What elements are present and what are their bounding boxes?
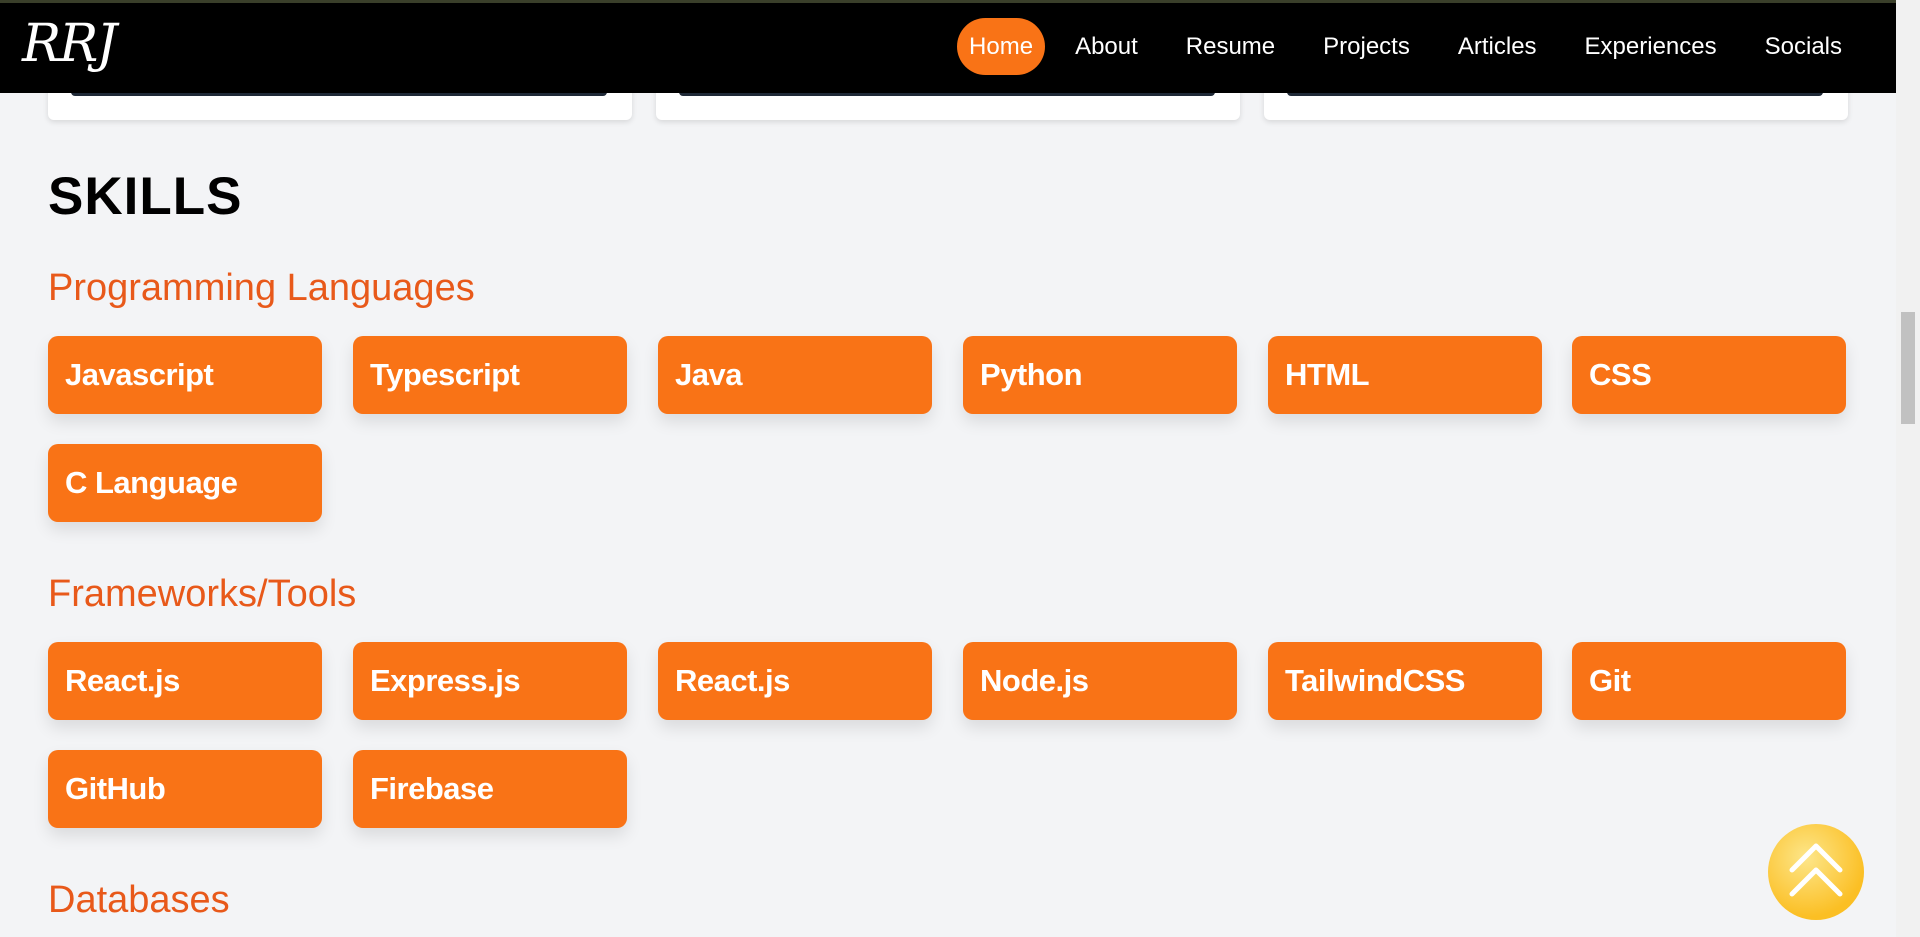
- skill-chip: Node.js: [963, 642, 1237, 720]
- skill-chip: Git: [1572, 642, 1846, 720]
- section-heading-programming-languages: Programming Languages: [48, 267, 475, 309]
- skill-chip: Python: [963, 336, 1237, 414]
- nav-link-experiences[interactable]: Experiences: [1567, 18, 1735, 75]
- double-chevron-up-icon: [1789, 843, 1843, 897]
- skill-chip: Express.js: [353, 642, 627, 720]
- top-border: [0, 0, 1896, 3]
- nav-link-about[interactable]: About: [1057, 18, 1156, 75]
- nav-link-resume[interactable]: Resume: [1168, 18, 1293, 75]
- nav-link-home[interactable]: Home: [957, 18, 1046, 75]
- skill-chip: Javascript: [48, 336, 322, 414]
- scroll-to-top-button[interactable]: [1768, 824, 1864, 920]
- skills-title: SKILLS: [48, 167, 243, 226]
- skill-chip: React.js: [658, 642, 932, 720]
- skill-chip: GitHub: [48, 750, 322, 828]
- skill-chip: Java: [658, 336, 932, 414]
- skill-chip: Firebase: [353, 750, 627, 828]
- section-heading-frameworks-tools: Frameworks/Tools: [48, 573, 357, 615]
- nav-link-articles[interactable]: Articles: [1440, 18, 1555, 75]
- section-heading-databases: Databases: [48, 879, 230, 921]
- skill-chip: TailwindCSS: [1268, 642, 1542, 720]
- nav-link-socials[interactable]: Socials: [1747, 18, 1860, 75]
- scrollbar[interactable]: [1896, 0, 1920, 937]
- skill-chip: C Language: [48, 444, 322, 522]
- nav-links: Home About Resume Projects Articles Expe…: [945, 0, 1860, 93]
- skill-chip: CSS: [1572, 336, 1846, 414]
- skill-chip: HTML: [1268, 336, 1542, 414]
- skill-chip: Typescript: [353, 336, 627, 414]
- nav-link-projects[interactable]: Projects: [1305, 18, 1428, 75]
- scrollbar-thumb[interactable]: [1901, 312, 1915, 424]
- navbar: RRJ Home About Resume Projects Articles …: [0, 0, 1896, 93]
- skill-chip: React.js: [48, 642, 322, 720]
- site-logo[interactable]: RRJ: [22, 12, 117, 76]
